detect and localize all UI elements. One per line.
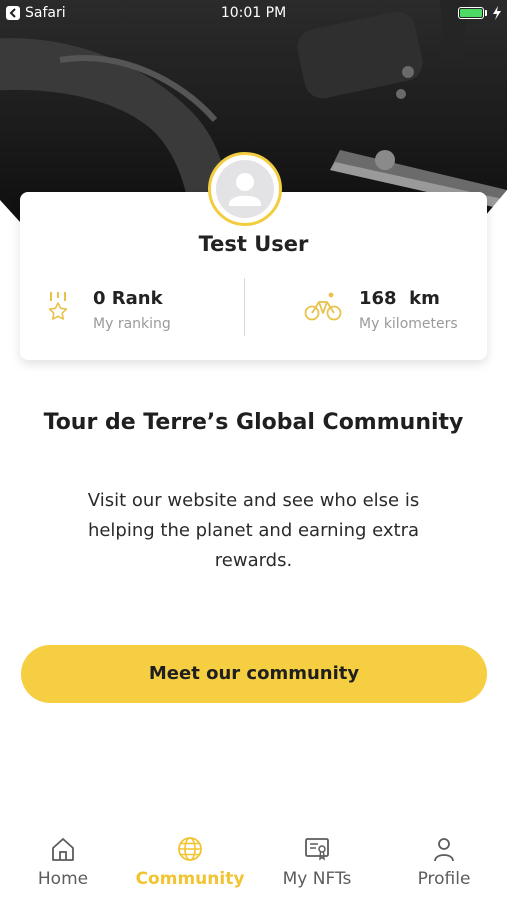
- tab-profile-label: Profile: [417, 869, 471, 889]
- charging-bolt-icon: [493, 6, 501, 20]
- tab-home-label: Home: [37, 869, 89, 889]
- tab-profile[interactable]: Profile: [381, 820, 507, 900]
- tab-community[interactable]: Community: [127, 820, 253, 900]
- battery-icon: [458, 7, 484, 19]
- ranking-value: 0 Rank: [93, 288, 163, 309]
- kilometers-label: My kilometers: [359, 316, 458, 332]
- globe-icon: [178, 837, 202, 861]
- status-time: 10:01 PM: [220, 5, 287, 21]
- community-description: Visit our website and see who else is he…: [87, 490, 420, 571]
- profile-icon: [434, 838, 454, 862]
- user-placeholder-icon: [216, 160, 274, 218]
- bicycle-icon: [304, 292, 342, 321]
- avatar[interactable]: [208, 152, 282, 226]
- community-title: Tour de Terre’s Global Community: [43, 410, 464, 435]
- tab-my-nfts[interactable]: My NFTs: [254, 820, 380, 900]
- ranking-label: My ranking: [93, 316, 171, 332]
- kilometers-value: 168 km: [359, 288, 440, 309]
- home-icon: [52, 838, 74, 861]
- stats-divider: [244, 278, 245, 336]
- ranking-star-icon: [48, 292, 68, 320]
- tab-community-label: Community: [135, 869, 245, 889]
- meet-community-button[interactable]: Meet our community: [21, 645, 487, 703]
- bottom-tab-bar: Home Community My NFTs Profile: [0, 820, 507, 900]
- status-bar: Safari 10:01 PM: [0, 0, 507, 28]
- nft-certificate-icon: [305, 838, 329, 861]
- tab-home[interactable]: Home: [0, 820, 126, 900]
- battery-tip: [485, 10, 487, 16]
- tab-my-nfts-label: My NFTs: [282, 869, 352, 889]
- user-name: Test User: [198, 232, 309, 256]
